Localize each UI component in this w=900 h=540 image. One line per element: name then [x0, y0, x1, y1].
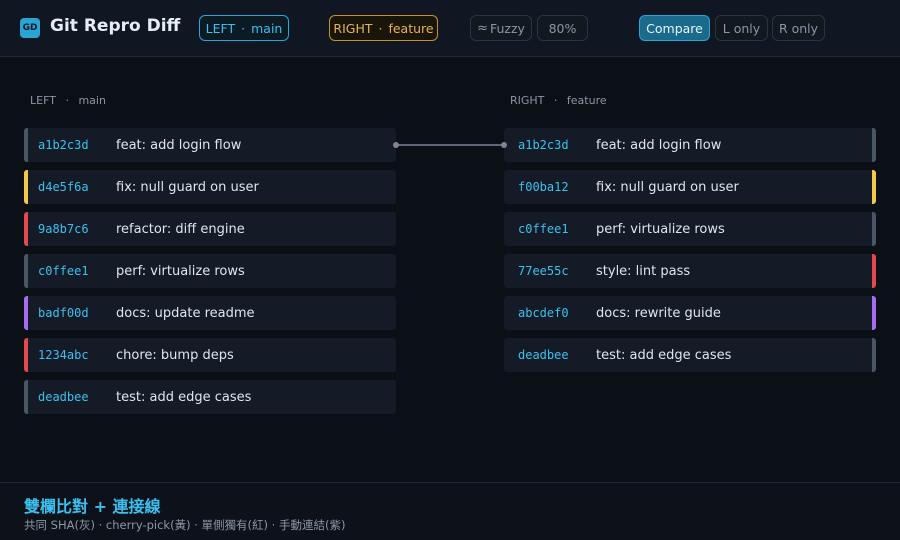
right-only-label: R only: [778, 20, 819, 36]
right-column-header: RIGHT · feature: [510, 94, 607, 107]
compare-mode-button[interactable]: Compare: [639, 15, 710, 41]
right-branch-label: RIGHT: [333, 20, 373, 36]
right-column-branch: feature: [566, 94, 607, 107]
left-commit-row[interactable]: d4e5f6a fix: null guard on user: [24, 170, 396, 204]
left-branch-selector[interactable]: LEFT · main: [199, 15, 289, 41]
separator-dot: ·: [553, 94, 558, 107]
left-commit-row[interactable]: a1b2c3d feat: add login flow: [24, 128, 396, 162]
separator-dot: ·: [241, 20, 246, 36]
commit-message: test: add edge cases: [596, 347, 732, 363]
commit-message: perf: virtualize rows: [116, 263, 245, 279]
separator-dot: ·: [378, 20, 383, 36]
left-column-label: LEFT: [30, 94, 56, 107]
commit-message: feat: add login flow: [116, 137, 242, 153]
app-title: Git Repro Diff: [50, 16, 181, 36]
left-only-mode-button[interactable]: L only: [715, 15, 768, 41]
commit-message: test: add edge cases: [116, 389, 252, 405]
commit-sha: d4e5f6a: [38, 180, 89, 194]
commit-sha: a1b2c3d: [518, 138, 569, 152]
top-toolbar: GD Git Repro Diff LEFT · main RIGHT · fe…: [0, 0, 900, 57]
left-commit-row[interactable]: deadbee test: add edge cases: [24, 380, 396, 414]
right-commit-row[interactable]: c0ffee1 perf: virtualize rows: [504, 212, 876, 246]
fuzzy-label: Fuzzy: [489, 20, 525, 36]
link-connector-line: [396, 144, 504, 146]
commit-sha: f00ba12: [518, 180, 569, 194]
left-column-branch: main: [78, 94, 106, 107]
app-logo: GD: [20, 18, 40, 38]
commit-sha: a1b2c3d: [38, 138, 89, 152]
footer-title: 雙欄比對 + 連接線: [24, 497, 161, 516]
left-commit-row[interactable]: 9a8b7c6 refactor: diff engine: [24, 212, 396, 246]
right-only-mode-button[interactable]: R only: [772, 15, 825, 41]
commit-sha: abcdef0: [518, 306, 569, 320]
commit-message: style: lint pass: [596, 263, 691, 279]
commit-message: fix: null guard on user: [596, 179, 739, 195]
left-commit-row[interactable]: badf00d docs: update readme: [24, 296, 396, 330]
link-endpoint-left: [393, 142, 399, 148]
right-commit-row[interactable]: abcdef0 docs: rewrite guide: [504, 296, 876, 330]
commit-message: docs: update readme: [116, 305, 255, 321]
commit-sha: 77ee55c: [518, 264, 569, 278]
right-column-label: RIGHT: [510, 94, 545, 107]
left-only-label: L only: [722, 20, 761, 36]
compare-label: Compare: [646, 20, 703, 36]
commit-message: fix: null guard on user: [116, 179, 259, 195]
fuzzy-threshold-value: 80%: [548, 20, 577, 36]
left-commit-row[interactable]: 1234abc chore: bump deps: [24, 338, 396, 372]
left-column-header: LEFT · main: [30, 94, 106, 107]
commit-message: perf: virtualize rows: [596, 221, 725, 237]
fuzzy-threshold-input[interactable]: 80%: [537, 15, 588, 41]
commit-sha: 9a8b7c6: [38, 222, 89, 236]
right-branch-selector[interactable]: RIGHT · feature: [329, 15, 438, 41]
approx-icon: ≈: [477, 20, 488, 36]
left-branch-name: main: [251, 20, 283, 36]
commit-message: feat: add login flow: [596, 137, 722, 153]
commit-message: docs: rewrite guide: [596, 305, 721, 321]
commit-sha: deadbee: [518, 348, 569, 362]
commit-sha: c0ffee1: [518, 222, 569, 236]
right-commit-row[interactable]: f00ba12 fix: null guard on user: [504, 170, 876, 204]
fuzzy-toggle[interactable]: ≈ Fuzzy: [470, 15, 532, 41]
left-commit-row[interactable]: c0ffee1 perf: virtualize rows: [24, 254, 396, 288]
commit-sha: c0ffee1: [38, 264, 89, 278]
commit-message: refactor: diff engine: [116, 221, 245, 237]
separator-dot: ·: [65, 94, 69, 107]
commit-message: chore: bump deps: [116, 347, 234, 363]
commit-sha: 1234abc: [38, 348, 89, 362]
commit-sha: deadbee: [38, 390, 89, 404]
right-commit-row[interactable]: 77ee55c style: lint pass: [504, 254, 876, 288]
right-branch-name: feature: [388, 20, 434, 36]
right-commit-row[interactable]: a1b2c3d feat: add login flow: [504, 128, 876, 162]
footer-panel: 雙欄比對 + 連接線 共同 SHA(灰) · cherry-pick(黃) · …: [0, 482, 900, 540]
footer-legend: 共同 SHA(灰) · cherry-pick(黃) · 單側獨有(紅) · 手…: [24, 518, 346, 532]
left-branch-label: LEFT: [205, 20, 236, 36]
link-endpoint-right: [501, 142, 507, 148]
right-commit-row[interactable]: deadbee test: add edge cases: [504, 338, 876, 372]
commit-sha: badf00d: [38, 306, 89, 320]
